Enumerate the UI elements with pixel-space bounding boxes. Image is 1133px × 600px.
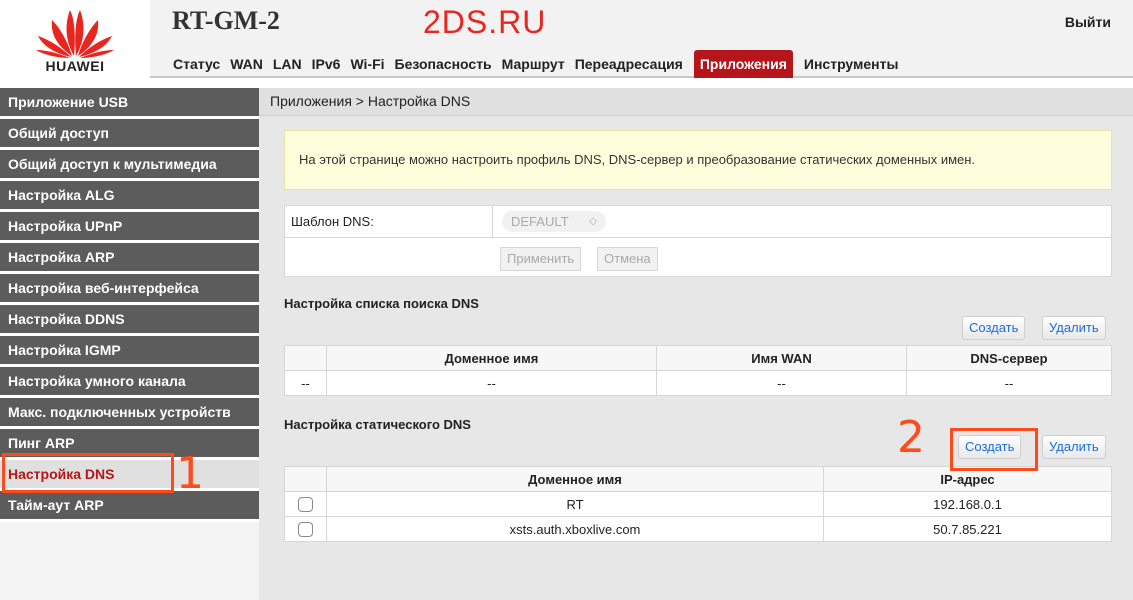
cell-domain: -- [326, 370, 657, 396]
sidebar-item-sharing[interactable]: Общий доступ [0, 119, 259, 150]
annotation-number-1: 1 [176, 448, 204, 499]
sidebar: Приложение USB Общий доступ Общий доступ… [0, 88, 259, 600]
nav-tab-wifi[interactable]: Wi-Fi [345, 50, 389, 78]
nav-tab-tools[interactable]: Инструменты [799, 50, 904, 78]
annotation-box-1 [2, 453, 174, 493]
sidebar-item-alg[interactable]: Настройка ALG [0, 181, 259, 212]
nav-tab-forwarding[interactable]: Переадресация [570, 50, 688, 78]
nav-tab-security[interactable]: Безопасность [390, 50, 497, 78]
column-header-dns-server: DNS-сервер [906, 345, 1112, 371]
cell-domain: RT [326, 491, 824, 517]
search-list-table: Доменное имя Имя WAN DNS-сервер -- -- --… [284, 345, 1112, 396]
cell-domain: xsts.auth.xboxlive.com [326, 516, 824, 542]
table-row: -- -- -- -- [284, 370, 1112, 396]
cell-dns-server: -- [906, 370, 1112, 396]
dns-template-form: Шаблон DNS: DEFAULT ◇ Применить Отмена [284, 205, 1112, 277]
sidebar-item-arp[interactable]: Настройка ARP [0, 243, 259, 274]
cell-select [284, 491, 327, 517]
sidebar-item-arp-timeout[interactable]: Тайм-аут ARP [0, 491, 259, 522]
table-row: xsts.auth.xboxlive.com 50.7.85.221 [284, 516, 1112, 542]
dns-template-label: Шаблон DNS: [291, 214, 374, 229]
static-dns-table: Доменное имя IP-адрес RT 192.168.0.1 xst… [284, 466, 1112, 542]
cancel-button[interactable]: Отмена [597, 247, 658, 271]
header-bar: HUAWEI RT-GM-2 2DS.RU Выйти Статус WAN L… [0, 0, 1133, 78]
search-list-create-button[interactable]: Создать [962, 316, 1026, 340]
column-header-domain: Доменное имя [326, 345, 657, 371]
nav-tab-lan[interactable]: LAN [268, 50, 307, 78]
main-content: Приложения > Настройка DNS На этой стран… [259, 88, 1133, 600]
row-checkbox[interactable] [298, 522, 313, 538]
sidebar-item-max-devices[interactable]: Макс. подключенных устройств [0, 398, 259, 429]
static-dns-delete-button[interactable]: Удалить [1042, 435, 1106, 459]
select-arrows-icon: ◇ [589, 216, 597, 227]
row-checkbox[interactable] [298, 497, 313, 513]
cell-select: -- [284, 370, 327, 396]
info-notice: На этой странице можно настроить профиль… [284, 130, 1112, 190]
sidebar-item-web-ui[interactable]: Настройка веб-интерфейса [0, 274, 259, 305]
cell-ip: 50.7.85.221 [823, 516, 1112, 542]
annotation-number-2: 2 [897, 412, 925, 463]
logout-link[interactable]: Выйти [1065, 14, 1111, 30]
sidebar-item-media-sharing[interactable]: Общий доступ к мультимедиа [0, 150, 259, 181]
table-row: RT 192.168.0.1 [284, 491, 1112, 517]
column-header-wan: Имя WAN [656, 345, 907, 371]
search-list-title: Настройка списка поиска DNS [284, 296, 479, 311]
sidebar-item-usb[interactable]: Приложение USB [0, 88, 259, 119]
search-list-delete-button[interactable]: Удалить [1042, 316, 1106, 340]
sidebar-item-igmp[interactable]: Настройка IGMP [0, 336, 259, 367]
table-header-row: Доменное имя Имя WAN DNS-сервер [284, 345, 1112, 371]
cell-select [284, 516, 327, 542]
apply-button[interactable]: Применить [500, 247, 582, 271]
nav-tab-route[interactable]: Маршрут [497, 50, 570, 78]
static-dns-title: Настройка статического DNS [284, 417, 471, 432]
brand-name: HUAWEI [45, 58, 105, 74]
cell-ip: 192.168.0.1 [823, 491, 1112, 517]
nav-tab-applications[interactable]: Приложения [693, 50, 793, 78]
nav-tab-ipv6[interactable]: IPv6 [307, 50, 346, 78]
huawei-logo: HUAWEI [0, 0, 150, 78]
dns-template-row: Шаблон DNS: DEFAULT ◇ [285, 206, 1111, 238]
device-model: RT-GM-2 [172, 6, 280, 35]
cell-wan: -- [656, 370, 907, 396]
column-header-select [284, 466, 327, 492]
form-divider [492, 206, 493, 238]
breadcrumb: Приложения > Настройка DNS [259, 88, 1133, 116]
nav-tab-wan[interactable]: WAN [225, 50, 268, 78]
sidebar-item-ddns[interactable]: Настройка DDNS [0, 305, 259, 336]
dns-template-select[interactable]: DEFAULT ◇ [502, 211, 606, 232]
column-header-domain: Доменное имя [326, 466, 824, 492]
dns-template-value: DEFAULT [511, 214, 569, 229]
annotation-box-2 [950, 428, 1038, 471]
nav-tab-status[interactable]: Статус [168, 50, 225, 78]
huawei-flower-icon [36, 10, 114, 58]
watermark: 2DS.RU [423, 4, 547, 40]
top-nav: Статус WAN LAN IPv6 Wi-Fi Безопасность М… [168, 50, 903, 78]
sidebar-item-smart-channel[interactable]: Настройка умного канала [0, 367, 259, 398]
sidebar-item-upnp[interactable]: Настройка UPnP [0, 212, 259, 243]
column-header-select [284, 345, 327, 371]
